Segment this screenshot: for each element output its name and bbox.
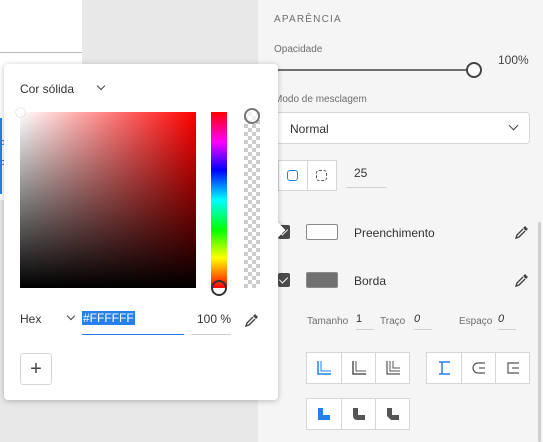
- hue-slider-thumb[interactable]: [211, 280, 227, 296]
- square-cap-icon: [507, 362, 519, 374]
- canvas-divider: [0, 52, 82, 53]
- bevel-join-icon: [387, 408, 399, 420]
- bevel-join-button[interactable]: [375, 399, 409, 429]
- round-cap-button[interactable]: [461, 353, 495, 383]
- border-color-swatch[interactable]: [306, 272, 338, 288]
- hex-input[interactable]: #FFFFFF: [82, 309, 184, 335]
- alpha-slider-thumb[interactable]: [244, 108, 260, 124]
- eyedropper-icon[interactable]: [244, 312, 260, 328]
- square-cap-button[interactable]: [495, 353, 529, 383]
- round-cap-icon: [472, 362, 485, 374]
- property-inspector: APARÊNCIA Opacidade 100% Modo de mesclag…: [258, 0, 543, 442]
- opacity-label: Opacidade: [274, 44, 323, 55]
- fill-color-swatch[interactable]: [306, 224, 338, 240]
- add-swatch-button[interactable]: +: [20, 353, 52, 385]
- dashed-corners-icon: [316, 170, 328, 181]
- chevron-down-icon: [508, 120, 519, 131]
- color-picker-popover: Cor sólida Hex #FFFFFF 100 % +: [4, 64, 278, 400]
- rounded-square-icon: [287, 170, 298, 181]
- center-stroke-icon: [386, 361, 400, 375]
- color-mode-dropdown[interactable]: Hex: [20, 311, 76, 326]
- outer-stroke-button[interactable]: [341, 353, 375, 383]
- miter-join-icon: [318, 408, 330, 420]
- eyedropper-icon[interactable]: [514, 224, 530, 240]
- alpha-slider[interactable]: [244, 112, 260, 288]
- miter-join-button[interactable]: [307, 399, 341, 429]
- blend-mode-select[interactable]: Normal: [272, 112, 530, 144]
- stroke-size-input[interactable]: 1: [356, 313, 374, 330]
- alpha-input[interactable]: 100 %: [191, 309, 231, 335]
- round-join-icon: [353, 408, 365, 420]
- chevron-down-icon: [66, 311, 76, 321]
- fill-label: Preenchimento: [354, 226, 435, 240]
- chevron-down-icon: [96, 81, 106, 91]
- eyedropper-icon[interactable]: [514, 272, 530, 288]
- butt-cap-button[interactable]: [427, 353, 461, 383]
- opacity-slider-thumb[interactable]: [466, 62, 482, 78]
- dash-input[interactable]: 0: [414, 313, 432, 330]
- corner-radius-toggle: [278, 160, 337, 191]
- opacity-value[interactable]: 100%: [498, 53, 529, 67]
- inner-stroke-icon: [317, 361, 331, 375]
- gap-label: Espaço: [459, 316, 493, 327]
- fill-type-value: Cor sólida: [20, 82, 75, 96]
- uniform-radius-button[interactable]: [279, 161, 307, 190]
- stroke-join-group: [306, 398, 410, 430]
- gap-input[interactable]: 0: [498, 313, 516, 330]
- inner-stroke-button[interactable]: [307, 353, 341, 383]
- hue-slider[interactable]: [211, 112, 227, 288]
- border-label: Borda: [354, 274, 387, 288]
- selection-outline: [0, 118, 2, 194]
- stroke-cap-group: [426, 352, 530, 384]
- section-title: APARÊNCIA: [274, 14, 342, 25]
- color-picker-cursor[interactable]: [16, 108, 25, 117]
- opacity-slider-track[interactable]: [274, 69, 468, 71]
- fill-type-dropdown[interactable]: Cor sólida: [20, 81, 106, 96]
- panel-scrollbar[interactable]: [538, 222, 541, 442]
- per-corner-radius-button[interactable]: [307, 161, 336, 190]
- stroke-size-label: Tamanho: [307, 316, 349, 327]
- blend-mode-value: Normal: [290, 122, 329, 136]
- center-stroke-button[interactable]: [375, 353, 409, 383]
- round-join-button[interactable]: [341, 399, 375, 429]
- blend-mode-label: Modo de mesclagem: [274, 94, 367, 105]
- stroke-position-group: [306, 352, 410, 384]
- border-checkbox[interactable]: [278, 273, 290, 287]
- corner-radius-input[interactable]: 25: [346, 160, 386, 188]
- hex-value: #FFFFFF: [82, 311, 135, 325]
- outer-stroke-icon: [352, 361, 366, 375]
- color-mode-value: Hex: [20, 312, 42, 326]
- dash-label: Traço: [380, 316, 406, 327]
- butt-cap-icon: [439, 361, 450, 375]
- saturation-brightness-field[interactable]: [20, 112, 196, 288]
